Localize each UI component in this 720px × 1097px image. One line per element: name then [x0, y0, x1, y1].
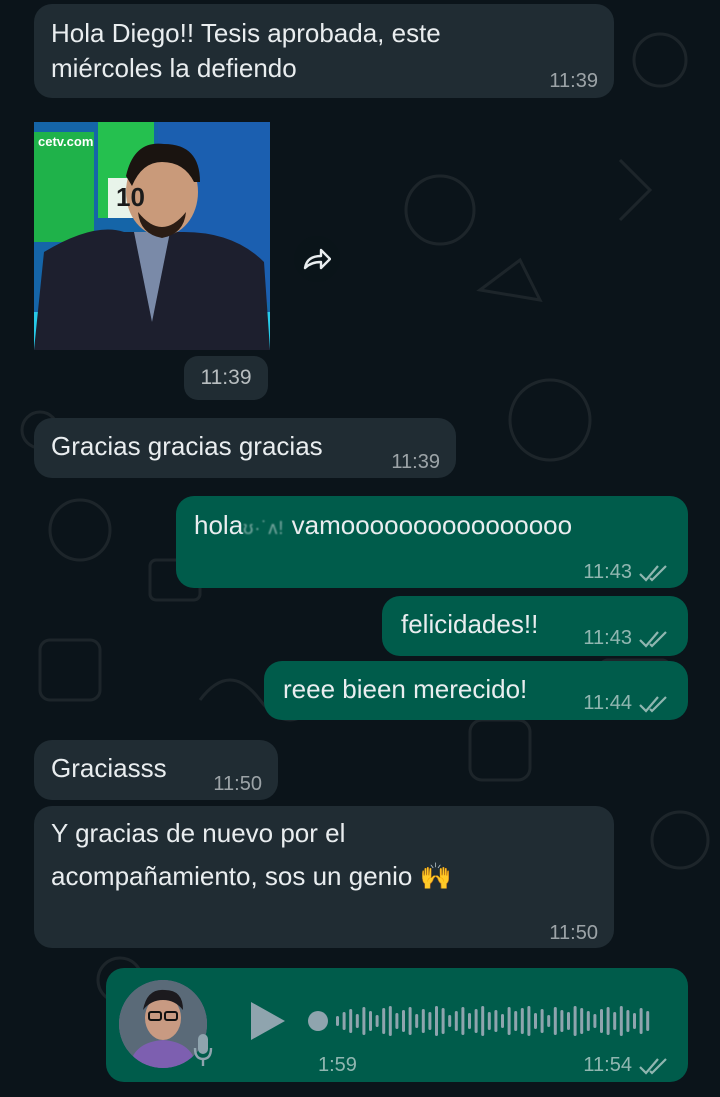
message-text-line-1: Y gracias de nuevo por el: [51, 818, 346, 848]
message-time: 11:50: [213, 773, 262, 795]
waveform-bar: [527, 1006, 531, 1036]
outgoing-message-5[interactable]: felicidades!! 11:43: [382, 596, 688, 656]
waveform-bar: [415, 1014, 419, 1028]
double-check-icon: [639, 695, 667, 713]
image-time-badge: 11:39: [184, 356, 268, 400]
message-time: 11:39: [549, 70, 598, 92]
play-icon[interactable]: [249, 1000, 287, 1042]
waveform-bar: [435, 1006, 438, 1036]
message-text: holaʊ·˙ᴧ! vamoooooooooooooooo: [194, 508, 572, 546]
waveform-bar: [388, 1006, 392, 1036]
waveform-bar: [593, 1014, 597, 1028]
waveform-bar: [534, 1013, 537, 1029]
outgoing-message-4[interactable]: holaʊ·˙ᴧ! vamoooooooooooooooo 11:43: [176, 496, 688, 588]
waveform-bar: [395, 1013, 399, 1029]
message-time: 11:50: [549, 922, 598, 944]
forward-button[interactable]: [294, 236, 340, 282]
waveform-bar: [540, 1009, 544, 1033]
message-time-row: 11:54: [583, 1048, 670, 1083]
double-check-icon: [639, 630, 667, 648]
incoming-message-8[interactable]: Y gracias de nuevo por el acompañamiento…: [34, 806, 614, 948]
waveform-bar: [606, 1007, 610, 1035]
message-time: 11:54: [583, 1054, 632, 1076]
message-text-line-2: miércoles la defiendo: [51, 53, 297, 83]
message-text-start: hola: [194, 510, 244, 540]
waveform-bar: [369, 1011, 372, 1031]
outgoing-voice-message[interactable]: 1:59 11:54: [106, 968, 688, 1082]
waveform-bar: [441, 1008, 445, 1034]
message-time: 11:39: [391, 451, 440, 473]
incoming-message-7[interactable]: Graciasss 11:50: [34, 740, 278, 800]
mic-icon: [193, 1034, 213, 1066]
waveform-bar: [375, 1015, 379, 1027]
waveform-bar: [514, 1011, 518, 1031]
incoming-image-message[interactable]: cetv.com 10: [34, 122, 270, 350]
waveform-bar: [474, 1009, 478, 1033]
waveform-bar: [580, 1008, 584, 1034]
waveform-bar: [567, 1012, 570, 1030]
watermark-logo: cetv.com: [38, 134, 94, 149]
blurred-name: ʊ·˙ᴧ!: [243, 518, 285, 538]
waveform-bar: [402, 1010, 405, 1032]
message-text-line-2: acompañamiento, sos un genio 🙌: [51, 861, 452, 891]
waveform-bar: [342, 1012, 346, 1030]
waveform-bar: [421, 1009, 425, 1033]
waveform-bar: [355, 1014, 359, 1028]
waveform-bar: [461, 1007, 465, 1035]
double-check-icon: [639, 564, 667, 582]
waveform[interactable]: [306, 1002, 666, 1040]
waveform-bar: [586, 1011, 590, 1031]
double-check-icon: [639, 1057, 667, 1075]
message-time-row: 11:43: [583, 621, 670, 656]
waveform-bar: [382, 1008, 386, 1034]
waveform-bar: [553, 1007, 557, 1035]
voice-duration: 1:59: [318, 1054, 357, 1076]
message-text-line-1: Hola Diego!! Tesis aprobada, este: [51, 18, 441, 48]
incoming-message-1[interactable]: Hola Diego!! Tesis aprobada, este miérco…: [34, 4, 614, 98]
message-time: 11:43: [583, 561, 632, 583]
message-time-row: 11:44: [583, 686, 670, 721]
waveform-bar: [428, 1012, 432, 1030]
waveform-bar: [448, 1015, 452, 1027]
waveform-bar: [633, 1013, 636, 1029]
waveform-bar: [639, 1008, 643, 1034]
waveform-bar: [619, 1006, 623, 1036]
waveform-bar: [626, 1010, 630, 1032]
waveform-bar: [454, 1011, 458, 1031]
waveform-bar: [547, 1015, 551, 1027]
waveform-bar: [520, 1008, 524, 1034]
waveform-bar: [362, 1007, 366, 1035]
forward-arrow-icon: [303, 248, 331, 270]
incoming-message-3[interactable]: Gracias gracias gracias 11:39: [34, 418, 456, 478]
message-text: Gracias gracias gracias: [51, 431, 323, 461]
shared-image: [34, 122, 270, 350]
image-screen-number: 10: [116, 182, 145, 212]
message-time-row: 11:43: [583, 555, 670, 590]
message-time: 11:44: [583, 692, 632, 714]
waveform-bar: [481, 1006, 485, 1036]
waveform-bar: [468, 1013, 471, 1029]
waveform-bar: [560, 1010, 564, 1032]
message-text-end: vamoooooooooooooooo: [284, 510, 573, 540]
waveform-bar: [613, 1012, 617, 1030]
message-text: Graciasss: [51, 753, 167, 783]
waveform-bar: [646, 1011, 650, 1031]
waveform-bar: [349, 1009, 353, 1033]
waveform-bar: [487, 1012, 491, 1030]
waveform-bar: [494, 1010, 498, 1032]
waveform-bar: [600, 1009, 603, 1033]
waveform-bar: [573, 1006, 577, 1036]
message-text: felicidades!!: [401, 609, 539, 639]
outgoing-message-6[interactable]: reee bieen merecido! 11:44: [264, 661, 688, 720]
waveform-bar: [501, 1014, 504, 1028]
waveform-bar: [336, 1016, 339, 1026]
waveform-bar: [408, 1007, 412, 1035]
message-text: reee bieen merecido!: [283, 674, 528, 704]
waveform-bar: [507, 1007, 511, 1035]
message-time: 11:43: [583, 627, 632, 649]
